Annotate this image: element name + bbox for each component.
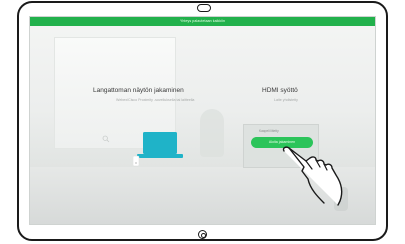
- camera-icon: [197, 4, 211, 12]
- search-icon: [102, 135, 110, 145]
- hdmi-box-label: Kaapeli liitetty: [259, 129, 279, 133]
- hand-pointer-icon: [280, 145, 352, 207]
- hdmi-input-title: HDMI syöttö: [262, 87, 298, 94]
- touch-screen: Yhteys palautetaan kaikkiin Langattoman …: [29, 16, 376, 225]
- status-banner: Yhteys palautetaan kaikkiin: [30, 17, 375, 26]
- hdmi-input-subtitle: Laite yhdistetty: [274, 98, 298, 102]
- room-person: [200, 109, 224, 157]
- home-button[interactable]: [198, 230, 207, 239]
- wireless-share-title: Langattoman näytön jakaminen: [93, 87, 184, 94]
- laptop-icon: [132, 129, 187, 167]
- wireless-share-subtitle: Webex/Cisco Proximity -sovelluksella tai…: [116, 98, 195, 102]
